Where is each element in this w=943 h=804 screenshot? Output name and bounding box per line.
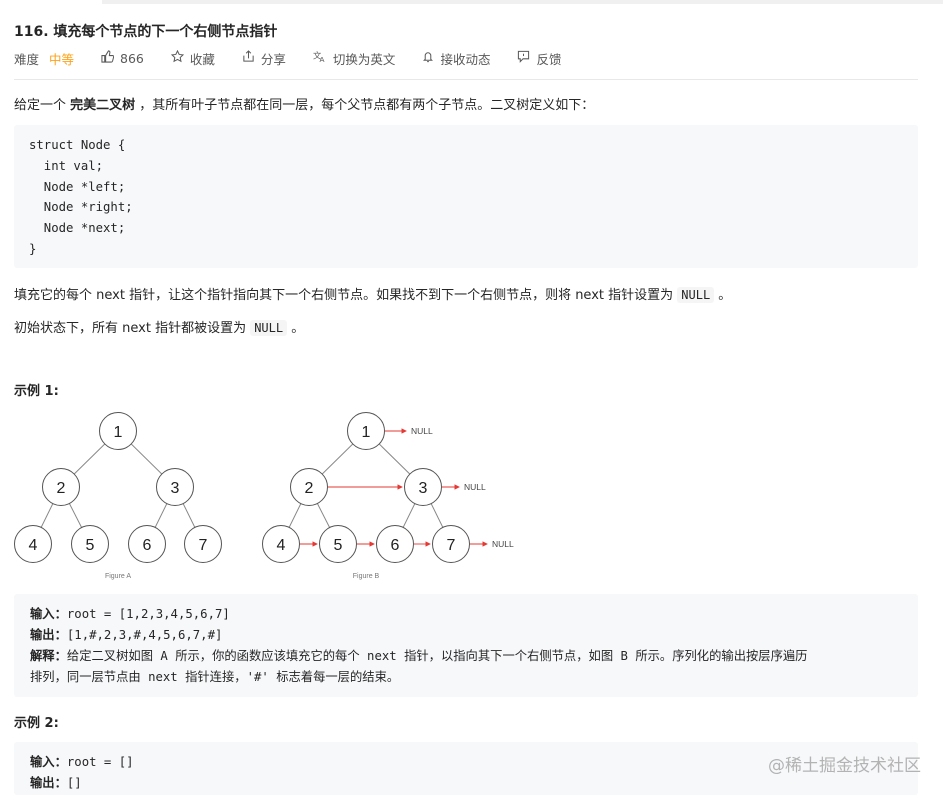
translate-icon: 文A — [313, 50, 327, 67]
next-pointer-paragraph: 填充它的每个 next 指针，让这个指针指向其下一个右侧节点。如果找不到下一个右… — [14, 284, 731, 303]
svg-text:3: 3 — [171, 480, 180, 497]
problem-meta-bar: 难度 中等 866 收藏 分享 文A 切换为英文 接收动态 反馈 — [14, 49, 588, 68]
para1-end: 。 — [714, 288, 732, 303]
subscribe-label: 接收动态 — [440, 52, 491, 67]
difficulty: 难度 中等 — [14, 49, 74, 68]
para1-text: 填充它的每个 next 指针，让这个指针指向其下一个右侧节点。如果找不到下一个右… — [14, 288, 678, 303]
share-label: 分享 — [260, 52, 286, 67]
figure-b-node-5: 5 — [319, 525, 357, 563]
figure-b-node-6: 6 — [376, 525, 414, 563]
figure-b-node-4: 4 — [262, 525, 300, 563]
tree-figure-a: 1 2 3 4 5 6 7 Figure A — [14, 412, 222, 580]
figure-b-node-3: 3 — [404, 468, 442, 506]
share-button[interactable]: 分享 — [242, 49, 286, 68]
svg-text:3: 3 — [419, 480, 428, 497]
problem-title: 116. 填充每个节点的下一个右侧节点指针 — [14, 24, 278, 40]
watermark: @稀土掘金技术社区 — [768, 756, 921, 776]
intro-text: 给定一个 — [14, 98, 71, 113]
switch-language-button[interactable]: 文A 切换为英文 — [313, 49, 396, 68]
svg-text:4: 4 — [29, 537, 38, 554]
svg-text:7: 7 — [199, 537, 208, 554]
svg-text:1: 1 — [362, 424, 371, 441]
svg-text:2: 2 — [305, 480, 314, 497]
figure-a-node-4: 4 — [14, 525, 52, 563]
collect-label: 收藏 — [189, 52, 215, 67]
svg-text:A: A — [319, 55, 324, 63]
figure-a-node-6: 6 — [128, 525, 166, 563]
like-count: 866 — [120, 51, 144, 66]
svg-text:5: 5 — [334, 537, 343, 554]
switch-language-label: 切换为英文 — [332, 52, 396, 67]
example-1-box: 输入：root = [1,2,3,4,5,6,7] 输出：[1,#,2,3,#,… — [14, 594, 918, 697]
struct-code: struct Node { int val; Node *left; Node … — [29, 138, 133, 256]
initial-state-paragraph: 初始状态下，所有 next 指针都被设置为 NULL 。 — [14, 317, 304, 336]
top-border — [102, 0, 943, 4]
example-1-input: 输入：root = [1,2,3,4,5,6,7] — [30, 607, 230, 621]
example-1-explanation-cont: 排列，同一层节点由 next 指针连接，'#' 标志着每一层的结束。 — [30, 670, 400, 684]
example-2-output: 输出：[] — [30, 776, 82, 790]
like-button[interactable]: 866 — [101, 50, 144, 67]
svg-text:4: 4 — [277, 537, 286, 554]
svg-text:2: 2 — [57, 480, 66, 497]
svg-text:1: 1 — [114, 424, 123, 441]
para2-text: 初始状态下，所有 next 指针都被设置为 — [14, 321, 251, 336]
feedback-label: 反馈 — [536, 52, 562, 67]
null-label-level-3: NULL — [492, 539, 514, 549]
figure-b-caption: Figure B — [353, 573, 380, 580]
null-label-level-2: NULL — [464, 482, 486, 492]
example-1-figure: 1 2 3 4 5 6 7 Figure A 1 2 3 4 5 6 7 NUL… — [14, 412, 514, 580]
header-divider — [14, 79, 918, 80]
svg-text:5: 5 — [86, 537, 95, 554]
figure-b-node-7: 7 — [432, 525, 470, 563]
feedback-button[interactable]: 反馈 — [517, 49, 561, 68]
figure-b-node-2: 2 — [290, 468, 328, 506]
null-inline-code-2: NULL — [250, 320, 288, 336]
example-1-title: 示例 1: — [14, 384, 59, 399]
para2-end: 。 — [287, 321, 305, 336]
figure-a-node-1: 1 — [99, 412, 137, 450]
intro-paragraph: 给定一个 完美二叉树 ，其所有叶子节点都在同一层，每个父节点都有两个子节点。二叉… — [14, 94, 594, 113]
null-inline-code: NULL — [677, 287, 715, 303]
null-label-level-1: NULL — [411, 426, 433, 436]
share-icon — [242, 50, 255, 67]
svg-text:6: 6 — [143, 537, 152, 554]
figure-a-node-7: 7 — [184, 525, 222, 563]
figure-a-node-5: 5 — [71, 525, 109, 563]
svg-text:6: 6 — [391, 537, 400, 554]
example-1-explanation: 解释：给定二叉树如图 A 所示，你的函数应该填充它的每个 next 指针，以指向… — [30, 649, 808, 663]
collect-button[interactable]: 收藏 — [170, 49, 215, 68]
intro-text-rest: ，其所有叶子节点都在同一层，每个父节点都有两个子节点。二叉树定义如下： — [135, 98, 595, 113]
example-1-output: 输出：[1,#,2,3,#,4,5,6,7,#] — [30, 628, 223, 642]
difficulty-label: 难度 — [14, 52, 40, 67]
thumbs-up-icon — [101, 50, 115, 67]
bell-icon — [422, 50, 434, 67]
figure-a-caption: Figure A — [105, 573, 131, 580]
subscribe-button[interactable]: 接收动态 — [422, 49, 490, 68]
feedback-icon — [517, 50, 530, 67]
difficulty-badge: 中等 — [49, 52, 75, 67]
star-icon — [170, 49, 185, 67]
figure-a-node-2: 2 — [42, 468, 80, 506]
figure-b-node-1: 1 — [347, 412, 385, 450]
figure-a-node-3: 3 — [156, 468, 194, 506]
struct-code-block: struct Node { int val; Node *left; Node … — [14, 125, 918, 268]
svg-text:7: 7 — [447, 537, 456, 554]
example-2-title: 示例 2: — [14, 716, 59, 731]
tree-figure-b: 1 2 3 4 5 6 7 NULL NULL NULL Figure B — [262, 412, 514, 580]
intro-bold-term: 完美二叉树 — [70, 98, 136, 113]
